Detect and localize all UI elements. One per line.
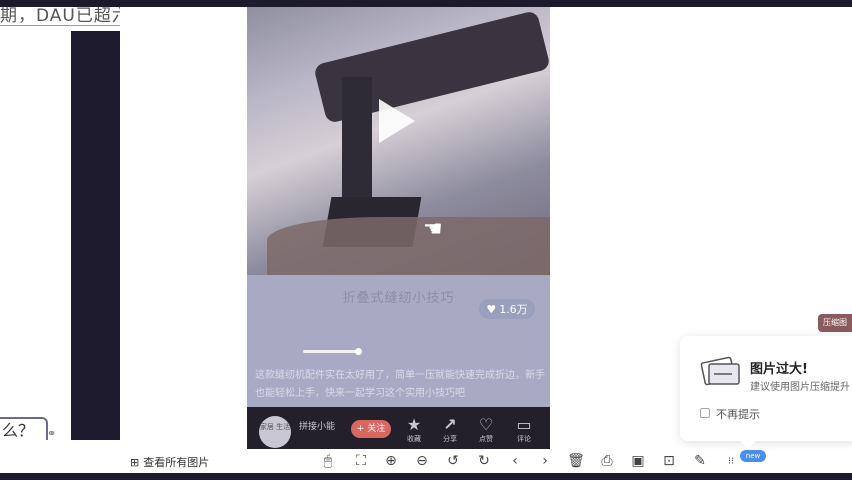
phone-action-bar: 家居 生活 拼接小能 + 关注 ★ 收藏 ↗ 分享 ♡ 点赞 ▭ 评论 [247, 407, 550, 449]
image-edit-icon[interactable]: ▣ [628, 451, 648, 471]
rotate-left-icon[interactable]: ↺ [443, 451, 463, 471]
follow-button[interactable]: + 关注 [351, 420, 391, 438]
phone-screenshot-image: ☚ 折叠式缝纫小技巧 ♥ 1.6万 这款缝纫机配件实在太好用了，简单一压就能快速… [247, 7, 550, 449]
grid-icon: ⊞ [130, 455, 140, 469]
prev-icon[interactable]: ‹ [505, 451, 525, 471]
heart-outline-icon[interactable]: ♡ 点赞 [473, 415, 499, 444]
print-icon[interactable]: ⎙ [597, 451, 617, 471]
video-progress-bar[interactable] [303, 350, 358, 353]
grid-more-icon[interactable]: ⁝⁝ [721, 451, 741, 471]
progress-handle[interactable] [355, 348, 362, 355]
view-all-label: 查看所有图片 [143, 456, 210, 469]
toast-body: 建议使用图片压缩提升 [750, 382, 850, 393]
document-text: 期，DAU已超六 [0, 7, 120, 26]
like-pill[interactable]: ♥ 1.6万 [479, 299, 535, 319]
hand-cursor-icon: ☚ [423, 217, 443, 242]
viewer-toolbar: ⊞ 查看所有图片 🖱 ⛶ ⊕ ⊖ ↺ ↻ ‹ › 🗑 ⎙ ▣ ⊡ ✎ ⁝⁝ ne… [120, 449, 852, 473]
compress-icon[interactable]: ⊡ [659, 451, 679, 471]
rotate-right-icon[interactable]: ↻ [474, 451, 494, 471]
bottom-window-edge [0, 473, 852, 480]
view-all-images-button[interactable]: ⊞ 查看所有图片 [130, 454, 209, 470]
fabric-shape [267, 217, 550, 275]
question-box[interactable]: 么？ [0, 417, 48, 440]
toast-title: 图片过大! [750, 362, 808, 377]
dont-show-label[interactable]: 不再提示 [716, 406, 760, 422]
author-avatar[interactable]: 家居 生活 [259, 416, 291, 448]
play-icon[interactable] [379, 99, 415, 143]
dark-side-panel [71, 31, 120, 440]
link-icon: ⚭ [47, 427, 57, 440]
new-badge: new [740, 450, 766, 462]
next-icon[interactable]: › [535, 451, 555, 471]
crop-icon[interactable]: ⛶ [351, 451, 371, 471]
like-count: 1.6万 [499, 303, 528, 316]
toast-pointer [740, 441, 756, 449]
oversize-image-icon [700, 356, 740, 386]
comment-icon[interactable]: ▭ 评论 [511, 415, 537, 444]
top-window-edge [0, 0, 852, 7]
video-description: 这款缝纫机配件实在太好用了，简单一压就能快速完成折边，新手也能轻松上手，快来一起… [255, 370, 545, 399]
background-document: 期，DAU已超六 么？ ⚭ [0, 7, 120, 440]
image-too-large-toast: 图片过大! 建议使用图片压缩提升 不再提示 [680, 336, 852, 441]
star-icon[interactable]: ★ 收藏 [401, 415, 427, 444]
edit-icon[interactable]: ✎ [690, 451, 710, 471]
delete-icon[interactable]: 🗑 [566, 451, 586, 471]
video-frame[interactable]: ☚ [247, 7, 550, 275]
dont-show-checkbox[interactable] [700, 408, 710, 418]
zoom-out-icon[interactable]: ⊖ [412, 451, 432, 471]
compress-tag[interactable]: 压缩图 [818, 314, 852, 332]
share-icon[interactable]: ↗ 分享 [437, 415, 463, 444]
zoom-in-icon[interactable]: ⊕ [381, 451, 401, 471]
author-name[interactable]: 拼接小能 [299, 419, 335, 432]
document-divider [0, 25, 120, 26]
heart-icon: ♥ [486, 302, 497, 316]
mouse-icon[interactable]: 🖱 [318, 451, 338, 471]
